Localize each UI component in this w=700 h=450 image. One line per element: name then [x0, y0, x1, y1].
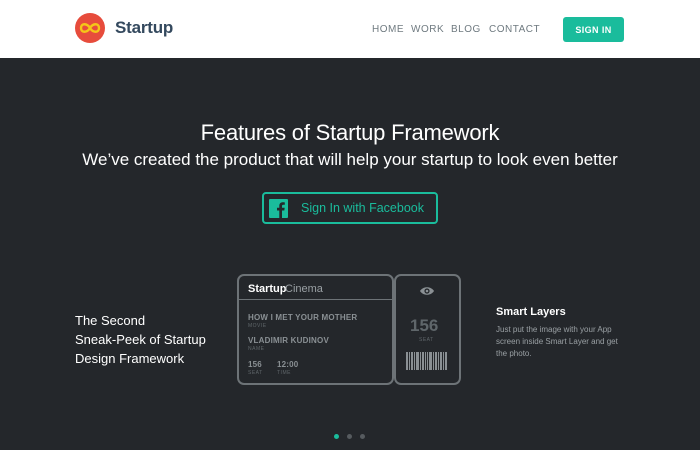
hero-subtitle: We’ve created the product that will help…	[82, 150, 618, 169]
barcode-icon	[406, 352, 448, 375]
eye-icon	[419, 283, 435, 301]
ticket-name: VLADIMIR KUDINOV	[248, 336, 329, 345]
sneak-peek-line: The Second	[75, 313, 146, 328]
ticket-movie: HOW I MET YOUR MOTHER	[248, 313, 358, 322]
stub-seat-number: 156	[410, 316, 439, 335]
ticket-time: 12:00	[277, 360, 299, 369]
carousel-dot-3[interactable]	[360, 434, 365, 439]
sign-in-button[interactable]: SIGN IN	[563, 17, 624, 42]
top-header: Startup HOME WORK BLOG CONTACT SIGN IN	[0, 0, 700, 58]
ticket-time-label: TIME	[277, 370, 291, 376]
nav-blog[interactable]: BLOG	[451, 24, 481, 35]
facebook-sign-in-button[interactable]: Sign In with Facebook	[262, 192, 438, 224]
facebook-icon	[269, 199, 288, 218]
ticket-brand-sub: Cinema	[285, 283, 323, 295]
sneak-peek-line: Sneak-Peek of Startup	[75, 332, 206, 347]
infinity-logo-icon[interactable]	[75, 13, 105, 43]
smart-layers-title: Smart Layers	[496, 306, 566, 318]
ticket-seat: 156	[248, 360, 262, 369]
nav-contact[interactable]: CONTACT	[489, 24, 540, 35]
smart-layers-description: Just put the image with your App screen …	[496, 325, 618, 358]
stub-seat-label: SEAT	[419, 337, 434, 343]
brand-name[interactable]: Startup	[115, 18, 173, 38]
carousel-dot-2[interactable]	[347, 434, 352, 439]
ticket-brand: Startup	[248, 283, 287, 295]
sneak-peek-line: Design Framework	[75, 351, 185, 366]
facebook-button-label: Sign In with Facebook	[301, 201, 424, 215]
ticket-movie-label: MOVIE	[248, 323, 267, 329]
nav-home[interactable]: HOME	[372, 24, 404, 35]
carousel-dot-1[interactable]	[334, 434, 339, 439]
hero-title: Features of Startup Framework	[200, 120, 500, 145]
ticket-divider	[239, 299, 392, 300]
ticket-seat-label: SEAT	[248, 370, 263, 376]
nav-work[interactable]: WORK	[411, 24, 444, 35]
sneak-peek-text: The Second Sneak-Peek of Startup Design …	[75, 311, 206, 368]
ticket-name-label: NAME	[248, 346, 265, 352]
